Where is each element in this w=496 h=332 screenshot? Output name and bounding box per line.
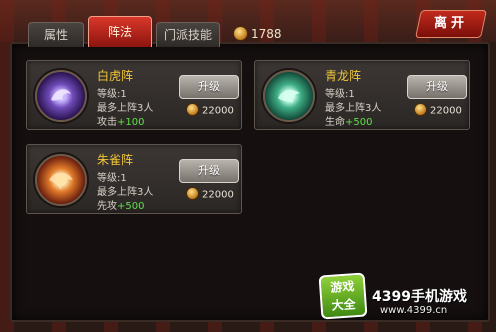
formation-max: 最多上阵3人 [97,103,154,114]
bonus-value: +500 [117,201,145,212]
formation-bonus: 先攻+500 [97,197,144,212]
watermark-url: www.4399.cn [380,305,448,316]
cost-value: 22000 [202,105,234,117]
upgrade-cost: 22000 [187,188,234,201]
upgrade-button[interactable]: 升级 [179,75,239,99]
bonus-value: +500 [345,117,373,128]
upgrade-cost: 22000 [187,104,234,117]
formation-name: 白虎阵 [97,69,134,83]
formation-card-qinglong: 青龙阵 等级:1 最多上阵3人 生命+500 升级 22000 [254,60,470,130]
bonus-label: 先攻 [97,201,117,212]
currency-amount: 1788 [251,27,282,41]
tab-attributes[interactable]: 属性 [28,22,84,47]
bonus-label: 生命 [325,117,345,128]
watermark-logo: 游戏 大全 [318,272,368,320]
formation-max: 最多上阵3人 [325,103,382,114]
cost-value: 22000 [430,105,462,117]
gold-coin-icon [415,104,426,115]
gold-coin-icon [187,188,198,199]
leave-label: 离开 [433,16,468,31]
upgrade-cost: 22000 [415,104,462,117]
gold-coin-icon [187,104,198,115]
gold-coin-icon [234,27,247,40]
formation-max: 最多上阵3人 [97,187,154,198]
white-tiger-icon [35,70,87,122]
formation-level: 等级:1 [325,89,355,100]
formation-card-baihu: 白虎阵 等级:1 最多上阵3人 攻击+100 升级 22000 [26,60,242,130]
upgrade-button[interactable]: 升级 [407,75,467,99]
upgrade-button[interactable]: 升级 [179,159,239,183]
cost-value: 22000 [202,189,234,201]
vermilion-bird-icon [35,154,87,206]
formation-name: 青龙阵 [325,69,362,83]
tab-formation[interactable]: 阵法 [88,16,152,47]
tab-sect-skills[interactable]: 门派技能 [156,22,220,47]
bonus-label: 攻击 [97,117,117,128]
leave-button[interactable]: 离开 [415,10,487,38]
formation-bonus: 生命+500 [325,113,372,128]
formation-level: 等级:1 [97,173,127,184]
formation-name: 朱雀阵 [97,153,134,167]
formation-bonus: 攻击+100 [97,113,144,128]
currency-display: 1788 [234,24,282,44]
formation-card-zhuque: 朱雀阵 等级:1 最多上阵3人 先攻+500 升级 22000 [26,144,242,214]
bonus-value: +100 [117,117,145,128]
azure-dragon-icon [263,70,315,122]
watermark-title: 4399手机游戏 [372,289,467,305]
formation-level: 等级:1 [97,89,127,100]
watermark-logo-line2: 大全 [331,297,357,313]
